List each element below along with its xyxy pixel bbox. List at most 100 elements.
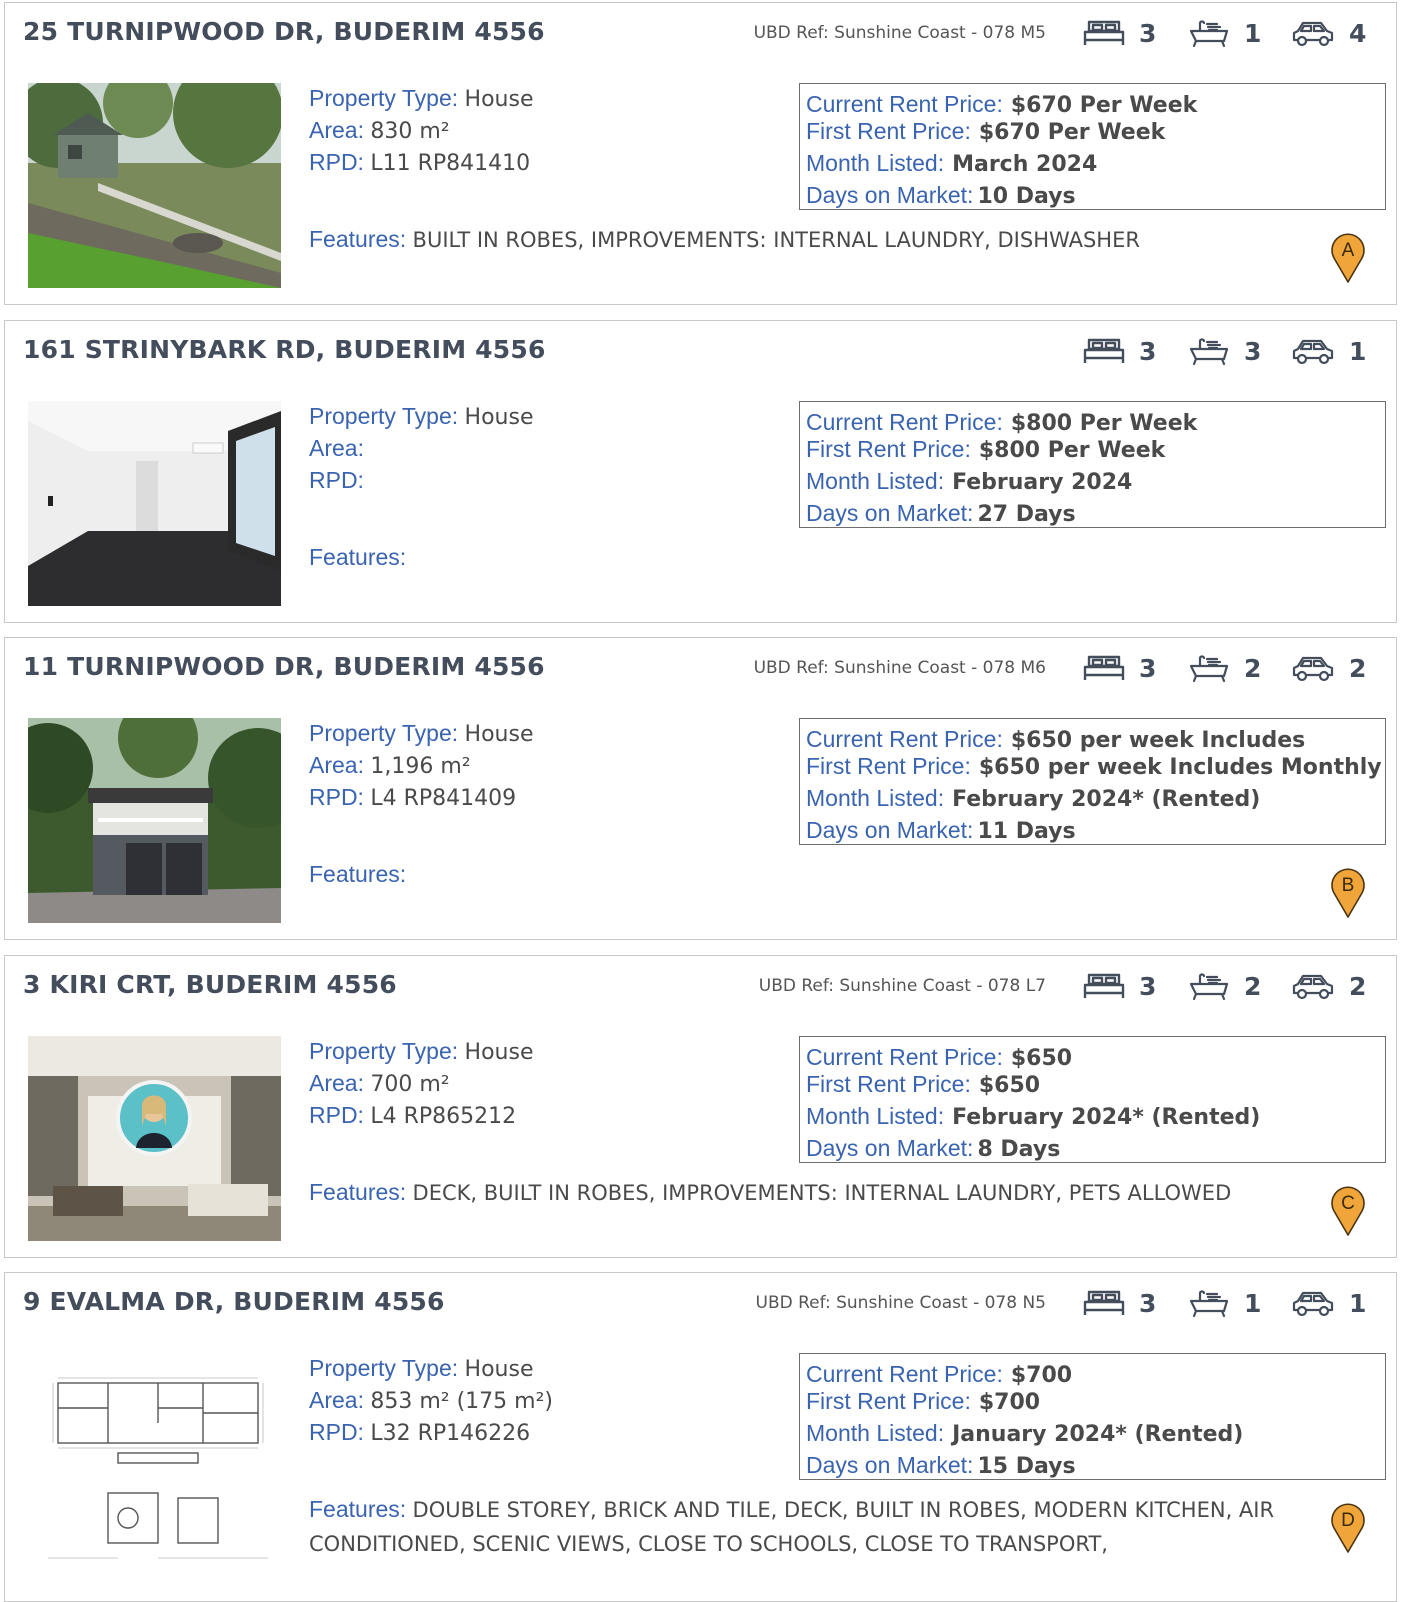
floor-plan-icon[interactable] — [28, 1353, 281, 1568]
interior-photo-room-icon[interactable] — [28, 401, 281, 606]
rpd-label: RPD: — [309, 149, 364, 175]
listing-address[interactable]: 11 TURNIPWOOD DR, BUDERIM 4556 — [23, 652, 545, 681]
first-rent-value: $670 Per Week — [978, 120, 1166, 145]
listing-address[interactable]: 9 EVALMA DR, BUDERIM 4556 — [23, 1287, 445, 1316]
bed-icon — [1083, 973, 1125, 998]
listing-address[interactable]: 3 KIRI CRT, BUDERIM 4556 — [23, 970, 397, 999]
rent-price-box: Current Rent Price: $670 Per Week First R… — [799, 83, 1386, 210]
days-on-market-value: 10 Days — [977, 184, 1076, 209]
first-rent-value: $650 — [978, 1073, 1041, 1098]
interior-photo-agent-icon[interactable] — [28, 1036, 281, 1241]
days-on-market-label: Days on Market: — [806, 1135, 974, 1161]
car-icon — [1292, 974, 1334, 1000]
listing-card[interactable]: 11 TURNIPWOOD DR, BUDERIM 4556 UBD Ref: … — [4, 637, 1397, 940]
bed-icon — [1083, 20, 1125, 45]
car-spaces-stat: 2 — [1291, 968, 1366, 1004]
rpd-value: L11 RP841410 — [370, 151, 531, 176]
bathrooms-count: 2 — [1244, 971, 1262, 1001]
bedrooms-count: 3 — [1139, 653, 1157, 683]
property-type-label: Property Type: — [309, 403, 459, 429]
month-listed-value: February 2024 — [952, 470, 1133, 495]
rent-price-box: Current Rent Price: $700 First Rent Price… — [799, 1353, 1386, 1480]
property-type-value: House — [464, 87, 534, 112]
map-pin-icon[interactable]: B — [1330, 865, 1366, 919]
area-value: 853 m² (175 m²) — [370, 1389, 554, 1414]
map-pin-icon[interactable]: A — [1330, 230, 1366, 284]
area-label: Area: — [309, 1070, 364, 1096]
listing-card[interactable]: 161 STRINYBARK RD, BUDERIM 4556 3 3 1 Pr… — [4, 320, 1397, 623]
days-on-market-label: Days on Market: — [806, 1452, 974, 1478]
map-pin-icon[interactable]: D — [1330, 1500, 1366, 1554]
listing-address[interactable]: 25 TURNIPWOOD DR, BUDERIM 4556 — [23, 17, 545, 46]
month-listed-value: January 2024* (Rented) — [952, 1422, 1244, 1447]
features: Features: DECK, BUILT IN ROBES, IMPROVEM… — [309, 1176, 1319, 1210]
rent-price-box: Current Rent Price: $800 Per Week First R… — [799, 401, 1386, 528]
features-label: Features: — [309, 1496, 407, 1522]
bathrooms-count: 1 — [1244, 1288, 1262, 1318]
property-type-value: House — [464, 405, 534, 430]
features: Features: BUILT IN ROBES, IMPROVEMENTS: … — [309, 223, 1319, 257]
days-on-market-label: Days on Market: — [806, 500, 974, 526]
listing-card[interactable]: 9 EVALMA DR, BUDERIM 4556 UBD Ref: Sunsh… — [4, 1272, 1397, 1602]
car-spaces-count: 1 — [1349, 1288, 1367, 1318]
rpd-value: L4 RP841409 — [370, 786, 517, 811]
listing-card[interactable]: 3 KIRI CRT, BUDERIM 4556 UBD Ref: Sunshi… — [4, 955, 1397, 1258]
property-type-value: House — [464, 722, 534, 747]
current-rent-label: Current Rent Price: — [806, 91, 1003, 117]
first-rent-label: First Rent Price: — [806, 118, 971, 144]
property-details: Property Type: House Area: 830 m² RPD: L… — [309, 83, 779, 179]
features-label: Features: — [309, 544, 407, 570]
map-pin-letter: B — [1341, 875, 1355, 896]
rpd-value: L32 RP146226 — [370, 1421, 531, 1446]
bedrooms-stat: 3 — [1083, 1285, 1156, 1321]
property-type-label: Property Type: — [309, 85, 459, 111]
car-spaces-stat: 2 — [1291, 650, 1366, 686]
map-pin-letter: A — [1341, 240, 1355, 261]
first-rent-label: First Rent Price: — [806, 436, 971, 462]
listing-card[interactable]: 25 TURNIPWOOD DR, BUDERIM 4556 UBD Ref: … — [4, 2, 1397, 305]
month-listed-label: Month Listed: — [806, 1420, 945, 1446]
current-rent-value: $670 Per Week — [1010, 93, 1198, 118]
first-rent-label: First Rent Price: — [806, 1388, 971, 1414]
bedrooms-count: 3 — [1139, 18, 1157, 48]
current-rent-value: $650 — [1010, 1046, 1073, 1071]
features-label: Features: — [309, 1179, 407, 1205]
bath-icon — [1189, 338, 1229, 366]
first-rent-label: First Rent Price: — [806, 1071, 971, 1097]
current-rent-value: $650 per week Includes — [1010, 728, 1306, 753]
ubd-reference: UBD Ref: Sunshine Coast - 078 L7 — [758, 976, 1046, 996]
bathrooms-stat: 2 — [1188, 650, 1261, 686]
area-label: Area: — [309, 1387, 364, 1413]
rpd-label: RPD: — [309, 1102, 364, 1128]
listing-results: 25 TURNIPWOOD DR, BUDERIM 4556 UBD Ref: … — [0, 0, 1427, 1602]
house-photo-hillside-icon[interactable] — [28, 83, 281, 288]
rpd-value: L4 RP865212 — [370, 1104, 517, 1129]
first-rent-value: $800 Per Week — [978, 438, 1166, 463]
bed-icon — [1083, 338, 1125, 363]
rpd-label: RPD: — [309, 467, 364, 493]
month-listed-label: Month Listed: — [806, 785, 945, 811]
month-listed-value: February 2024* (Rented) — [952, 1105, 1261, 1130]
bathrooms-count: 3 — [1244, 336, 1262, 366]
bathrooms-stat: 3 — [1188, 333, 1261, 369]
bathrooms-count: 2 — [1244, 653, 1262, 683]
property-type-label: Property Type: — [309, 1038, 459, 1064]
area-label: Area: — [309, 117, 364, 143]
map-pin-icon[interactable]: C — [1330, 1183, 1366, 1237]
bedrooms-stat: 3 — [1083, 650, 1156, 686]
house-photo-forest-icon[interactable] — [28, 718, 281, 923]
car-icon — [1292, 21, 1334, 47]
area-value: 1,196 m² — [370, 754, 471, 779]
car-spaces-stat: 4 — [1291, 15, 1366, 51]
car-spaces-count: 2 — [1349, 653, 1367, 683]
first-rent-label: First Rent Price: — [806, 753, 971, 779]
features: Features: DOUBLE STOREY, BRICK AND TILE,… — [309, 1493, 1319, 1561]
features-value: DOUBLE STOREY, BRICK AND TILE, DECK, BUI… — [309, 1498, 1275, 1556]
property-type-value: House — [464, 1357, 534, 1382]
listing-address[interactable]: 161 STRINYBARK RD, BUDERIM 4556 — [23, 335, 546, 364]
bath-icon — [1189, 655, 1229, 683]
ubd-reference: UBD Ref: Sunshine Coast - 078 M6 — [753, 658, 1046, 678]
ubd-reference: UBD Ref: Sunshine Coast - 078 M5 — [753, 23, 1046, 43]
days-on-market-value: 15 Days — [977, 1454, 1076, 1479]
property-details: Property Type: House Area: 853 m² (175 m… — [309, 1353, 779, 1449]
